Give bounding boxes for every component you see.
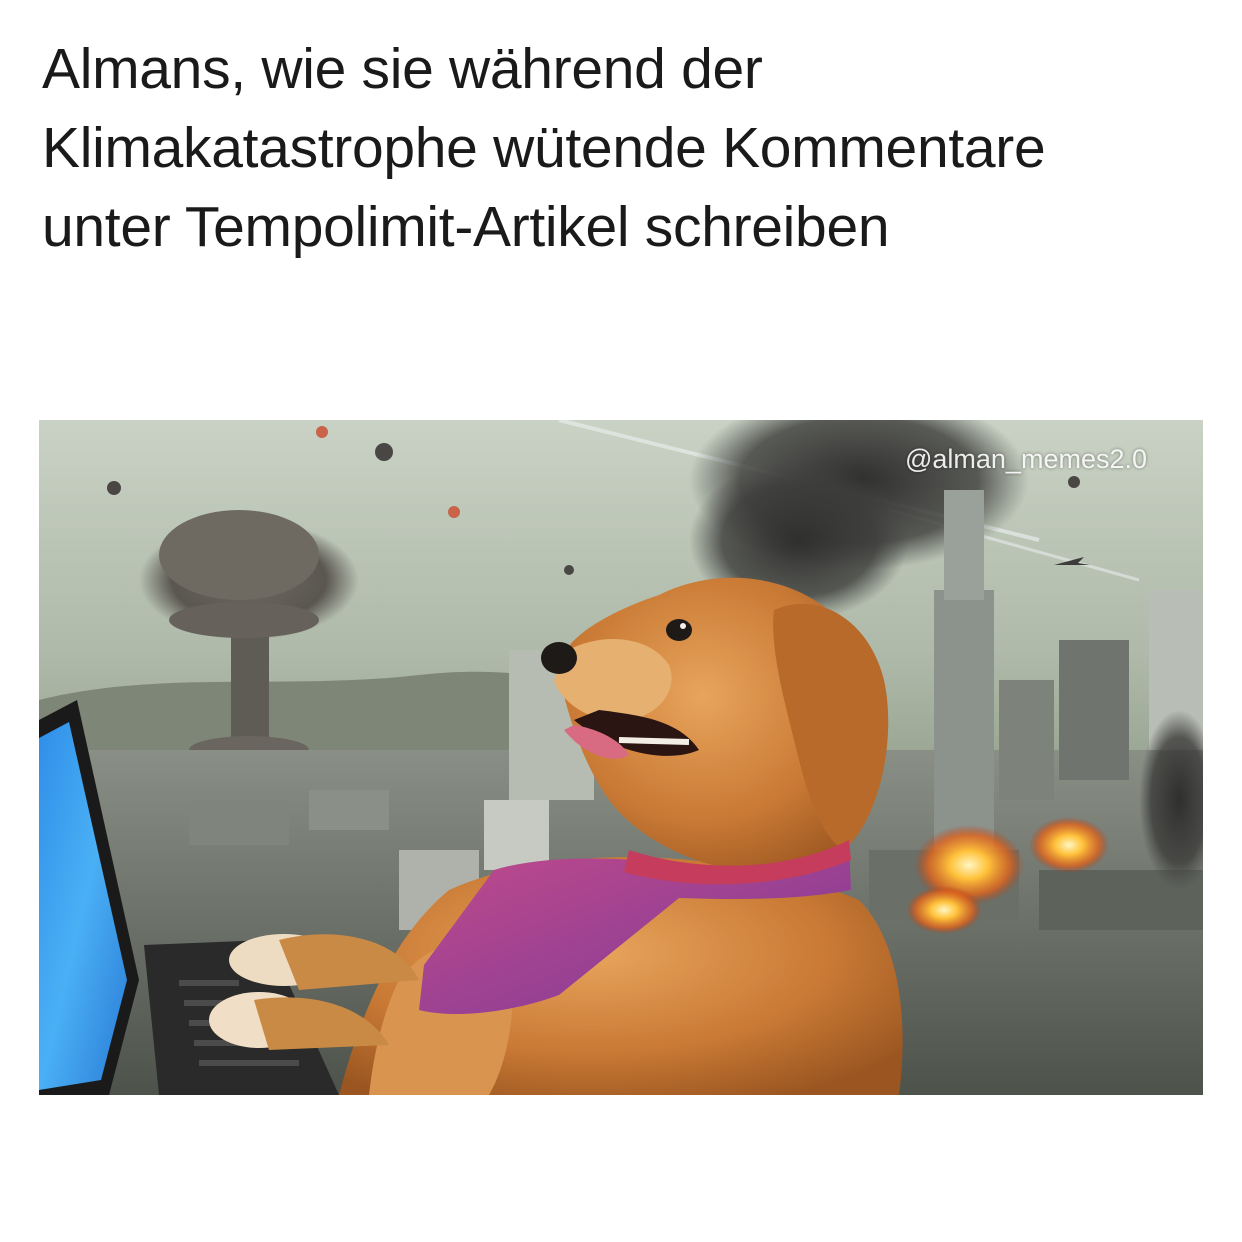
caption-line-2: Klimakatastrophe wütende Kommentare [42, 116, 1046, 180]
watermark: @alman_memes2.0 [904, 444, 1147, 474]
meme-photo: @alman_memes2.0 [39, 420, 1203, 1095]
meme-caption: Almans, wie sie während der Klimakatastr… [42, 30, 1202, 267]
caption-line-1: Almans, wie sie während der [42, 37, 763, 101]
dog-apocalypse-illustration [39, 420, 1203, 1095]
caption-line-3: unter Tempolimit-Artikel schreiben [42, 195, 890, 259]
